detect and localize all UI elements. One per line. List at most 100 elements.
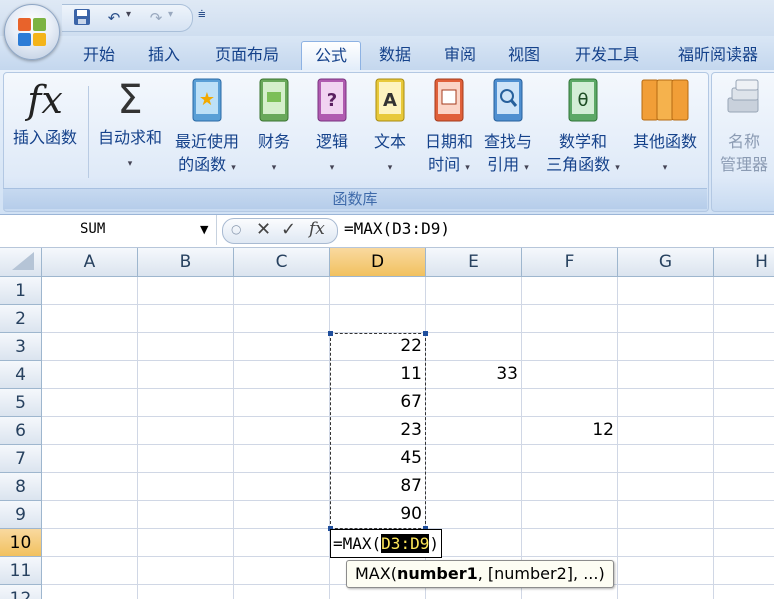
range-selection-marquee: [330, 333, 426, 529]
editor-range-highlight: D3:D9: [381, 534, 430, 553]
row-header-12[interactable]: 12: [0, 585, 42, 599]
redo-dropdown-icon[interactable]: ▾: [168, 9, 173, 20]
customize-toolbar-icon[interactable]: ⩧: [198, 7, 206, 22]
tab-formulas[interactable]: 公式: [301, 41, 361, 70]
fx-icon: fx: [27, 78, 63, 122]
cancel-icon[interactable]: ✕: [256, 219, 271, 240]
cell-e4[interactable]: 33: [426, 361, 522, 388]
gridline-vertical: [137, 277, 138, 599]
name-manager-label-2: 管理器: [719, 155, 768, 174]
tab-developer[interactable]: 开发工具: [560, 41, 654, 69]
row-header-2[interactable]: 2: [0, 305, 42, 333]
cell-f6[interactable]: 12: [522, 417, 618, 444]
select-all-corner[interactable]: [0, 248, 42, 277]
save-icon[interactable]: [72, 8, 92, 28]
ribbon: 函数库 fx 插入函数 Σ 自动求和 ▾ ★ 最近使用 的函数 ▾ 财务 ▾ ?…: [0, 70, 774, 215]
column-header-c[interactable]: C: [234, 248, 330, 277]
row-header-6[interactable]: 6: [0, 417, 42, 445]
name-box[interactable]: SUM ▼: [0, 215, 217, 245]
row-header-1[interactable]: 1: [0, 277, 42, 305]
chevron-down-icon: ▾: [231, 163, 236, 173]
tooltip-function: MAX(: [355, 564, 397, 583]
logical-label: 逻辑: [315, 132, 348, 151]
math-trig-button[interactable]: θ 数学和 三角函数 ▾: [540, 76, 626, 180]
star-book-icon: ★: [192, 78, 222, 122]
tab-foxit-reader[interactable]: 福昕阅读器: [662, 41, 774, 69]
text-button[interactable]: A 文本 ▾: [362, 76, 418, 180]
range-handle[interactable]: [423, 331, 428, 336]
tab-view[interactable]: 视图: [496, 41, 552, 69]
row-header-8[interactable]: 8: [0, 473, 42, 501]
math-trig-label-2: 三角函数: [546, 155, 611, 174]
name-manager-label: 名称: [727, 132, 760, 151]
tab-page-layout[interactable]: 页面布局: [200, 41, 294, 69]
column-header-e[interactable]: E: [426, 248, 522, 277]
column-header-d[interactable]: D: [330, 248, 426, 277]
quick-access-toolbar: ↶ ▾ ↷ ▾: [62, 4, 193, 32]
cell-editor-d10[interactable]: =MAX(D3:D9): [330, 529, 442, 558]
function-tooltip[interactable]: MAX(number1, [number2], ...): [346, 560, 614, 588]
tooltip-other-args: , [number2], ...): [477, 564, 605, 583]
chevron-down-icon: ▾: [524, 163, 529, 173]
row-header-9[interactable]: 9: [0, 501, 42, 529]
lookup-reference-button[interactable]: 查找与 引用 ▾: [478, 76, 538, 180]
date-time-label-2: 时间: [428, 155, 461, 174]
chevron-down-icon: ▾: [465, 163, 470, 173]
chevron-down-icon: ▾: [127, 159, 133, 169]
office-button[interactable]: [4, 4, 60, 60]
tab-data[interactable]: 数据: [366, 41, 424, 69]
recently-used-label: 最近使用: [174, 132, 239, 151]
column-header-g[interactable]: G: [618, 248, 714, 277]
logical-button[interactable]: ? 逻辑 ▾: [304, 76, 360, 180]
lookup-reference-label: 查找与: [483, 132, 532, 151]
math-trig-label: 数学和: [558, 132, 607, 151]
tab-insert[interactable]: 插入: [136, 41, 192, 69]
tooltip-current-arg: number1: [396, 564, 478, 583]
column-header-a[interactable]: A: [42, 248, 138, 277]
tab-review[interactable]: 审阅: [432, 41, 488, 69]
chevron-down-icon: ▾: [662, 163, 668, 173]
worksheet-grid[interactable]: ABCDEFGH 1 2 3 4 5 6 7 8 9 10 11 12 22 11 33 67 23 12 45 8…: [0, 248, 774, 599]
undo-icon[interactable]: ↶: [104, 8, 124, 28]
row-header-4[interactable]: 4: [0, 361, 42, 389]
date-time-button[interactable]: 日期和 时间 ▾: [420, 76, 478, 180]
financial-button[interactable]: 财务 ▾: [246, 76, 302, 180]
undo-dropdown-icon[interactable]: ▾: [126, 9, 131, 20]
chevron-down-icon: ▾: [387, 163, 393, 173]
enter-check-icon[interactable]: ✓: [281, 219, 296, 240]
row-header-11[interactable]: 11: [0, 557, 42, 585]
function-library-label: 函数库: [3, 188, 707, 209]
name-box-value: SUM: [80, 221, 106, 237]
financial-label: 财务: [257, 132, 290, 151]
recently-used-button[interactable]: ★ 最近使用 的函数 ▾: [168, 76, 246, 180]
row-header-10[interactable]: 10: [0, 529, 42, 557]
svg-text:★: ★: [199, 89, 215, 110]
row-header-5[interactable]: 5: [0, 389, 42, 417]
chevron-down-icon: ▾: [271, 163, 277, 173]
column-header-b[interactable]: B: [138, 248, 234, 277]
name-manager-button[interactable]: 名称 管理器: [714, 76, 774, 176]
column-header-h[interactable]: H: [714, 248, 774, 277]
insert-function-icon[interactable]: fx: [309, 219, 325, 239]
column-header-f[interactable]: F: [522, 248, 618, 277]
books-icon: [641, 79, 689, 121]
gridline-vertical: [713, 277, 714, 599]
range-handle[interactable]: [328, 331, 333, 336]
recently-used-label-2: 的函数: [178, 155, 227, 174]
chevron-down-icon[interactable]: ▼: [200, 223, 208, 236]
sigma-icon: Σ: [117, 77, 143, 123]
chevron-down-icon: ▾: [615, 163, 620, 173]
redo-icon[interactable]: ↷: [146, 8, 166, 28]
row-header-7[interactable]: 7: [0, 445, 42, 473]
tab-home[interactable]: 开始: [70, 41, 128, 69]
svg-text:θ: θ: [577, 90, 588, 111]
row-header-3[interactable]: 3: [0, 333, 42, 361]
autosum-button[interactable]: Σ 自动求和 ▾: [92, 76, 168, 176]
ribbon-separator: [88, 86, 89, 178]
text-label: 文本: [373, 132, 406, 151]
svg-text:?: ?: [327, 90, 337, 111]
insert-function-button[interactable]: fx 插入函数: [6, 76, 84, 149]
formula-input[interactable]: =MAX(D3:D9): [344, 219, 450, 238]
ribbon-tabs: 开始 插入 页面布局 公式 数据 审阅 视图 开发工具 福昕阅读器: [0, 36, 774, 70]
more-functions-button[interactable]: 其他函数 ▾: [626, 76, 704, 180]
